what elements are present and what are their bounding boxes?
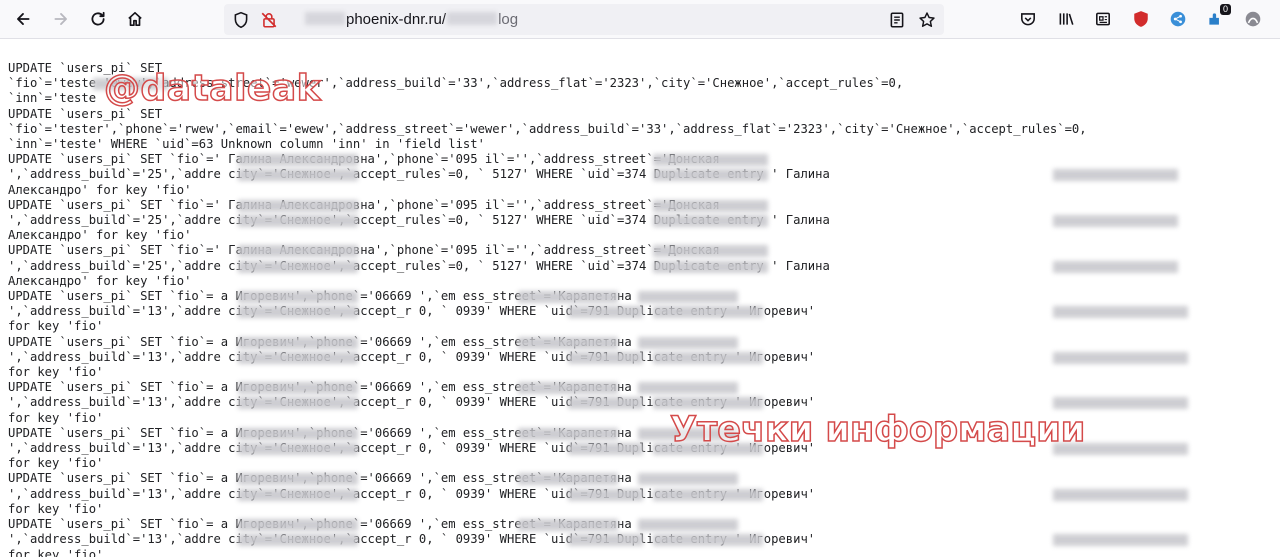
redaction-blur (653, 169, 768, 182)
redaction-blur (238, 306, 358, 319)
redaction-blur (238, 169, 358, 182)
redaction-blur (1053, 488, 1188, 501)
redaction-blur (638, 519, 738, 531)
redaction-blur (1053, 260, 1178, 273)
log-line: `fio`='tester',`phone`='rwew',`email`='e… (8, 121, 1087, 136)
log-line: Александро' for key 'fio' (8, 182, 192, 197)
account-icon[interactable] (1240, 6, 1266, 32)
log-line: for key 'fio' (8, 547, 104, 557)
redaction-blur (238, 382, 358, 395)
library-icon[interactable] (1053, 6, 1079, 32)
log-line: for key 'fio' (8, 456, 104, 471)
forward-arrow-icon[interactable] (48, 6, 74, 32)
redaction-blur (518, 519, 618, 531)
extension-badge-icon[interactable]: 0 (1202, 4, 1231, 32)
redaction-blur (653, 199, 768, 212)
redaction-blur (238, 427, 358, 440)
redaction-blur (638, 291, 738, 303)
redaction-blur (238, 519, 358, 531)
redaction-blur (238, 291, 358, 303)
redaction-blur (1053, 534, 1188, 547)
insecure-lock-icon[interactable] (256, 7, 282, 33)
redaction-blur (638, 473, 738, 486)
redaction-blur (568, 534, 643, 547)
pocket-icon[interactable] (1015, 6, 1041, 32)
redaction-blur (653, 154, 768, 167)
redaction-blur (638, 382, 738, 395)
back-arrow-icon[interactable] (10, 6, 36, 32)
address-bar[interactable]: phoenix-dnr.ru/log (224, 4, 944, 35)
reader-view-icon[interactable] (884, 7, 910, 33)
redaction-blur (238, 215, 358, 227)
redaction-blur (653, 260, 768, 273)
url-redaction (447, 12, 498, 25)
redaction-blur (238, 154, 358, 167)
redaction-blur (238, 488, 358, 501)
redaction-blur (568, 306, 643, 319)
redaction-blur (638, 336, 738, 349)
redaction-blur (238, 199, 358, 212)
redaction-blur (238, 336, 358, 349)
redaction-blur (653, 488, 763, 501)
watermark-dataleak: @dataleak (103, 67, 322, 110)
log-line: Александро' for key 'fio' (8, 228, 192, 243)
log-line: UPDATE `users_pi` SET `fio`=' Галина Але… (8, 243, 720, 258)
redaction-blur (568, 488, 643, 501)
redaction-blur (238, 260, 358, 273)
shield-icon[interactable] (228, 7, 254, 33)
redaction-blur (568, 351, 643, 364)
redaction-blur (518, 291, 618, 303)
log-line: for key 'fio' (8, 501, 104, 516)
extension-badge-count: 0 (1219, 4, 1231, 15)
redaction-blur (238, 534, 358, 547)
log-line: UPDATE `users_pi` SET `fio`=' Галина Але… (8, 197, 720, 212)
url-path: log (498, 11, 519, 28)
redaction-blur (238, 397, 358, 410)
redaction-blur (1053, 169, 1178, 182)
redaction-blur (518, 382, 618, 395)
redaction-blur (1053, 306, 1188, 319)
log-line: for key 'fio' (8, 319, 104, 334)
redaction-blur (653, 534, 763, 547)
redaction-blur (653, 351, 763, 364)
redaction-blur (568, 443, 643, 455)
log-line: for key 'fio' (8, 365, 104, 380)
log-line: `inn`='teste' WHERE `uid`=63 Unknown col… (8, 137, 485, 152)
url-redaction (305, 12, 345, 25)
redaction-blur (518, 336, 618, 349)
redaction-blur (238, 351, 358, 364)
redaction-blur (653, 215, 768, 227)
redaction-blur (1053, 215, 1178, 227)
redaction-blur (1053, 351, 1188, 364)
log-content: UPDATE `users_pi` SET `fio`='teste 'ewew'… (8, 61, 1272, 557)
redaction-blur (568, 397, 643, 410)
redaction-blur (518, 473, 618, 486)
url-domain: phoenix-dnr.ru/ (346, 11, 447, 28)
redaction-blur (238, 245, 358, 258)
reader-extension-icon[interactable] (1090, 6, 1116, 32)
log-line: UPDATE `users_pi` SET `fio`=' Галина Але… (8, 152, 720, 167)
browser-toolbar: phoenix-dnr.ru/log 0 (0, 0, 1280, 39)
redaction-blur (1053, 397, 1188, 410)
watermark-leak-info: Утечки информации (669, 409, 1086, 451)
redaction-blur (653, 397, 763, 410)
redaction-blur (653, 245, 768, 258)
url-text[interactable]: phoenix-dnr.ru/log (304, 11, 518, 28)
log-line: Александро' for key 'fio' (8, 273, 192, 288)
reload-icon[interactable] (85, 6, 111, 32)
redaction-blur (518, 427, 618, 440)
bookmark-star-icon[interactable] (914, 7, 940, 33)
redaction-blur (238, 443, 358, 455)
redaction-blur (653, 306, 763, 319)
share-icon[interactable] (1165, 6, 1191, 32)
home-icon[interactable] (122, 6, 148, 32)
redaction-blur (238, 473, 358, 486)
ublock-shield-icon[interactable] (1128, 6, 1154, 32)
